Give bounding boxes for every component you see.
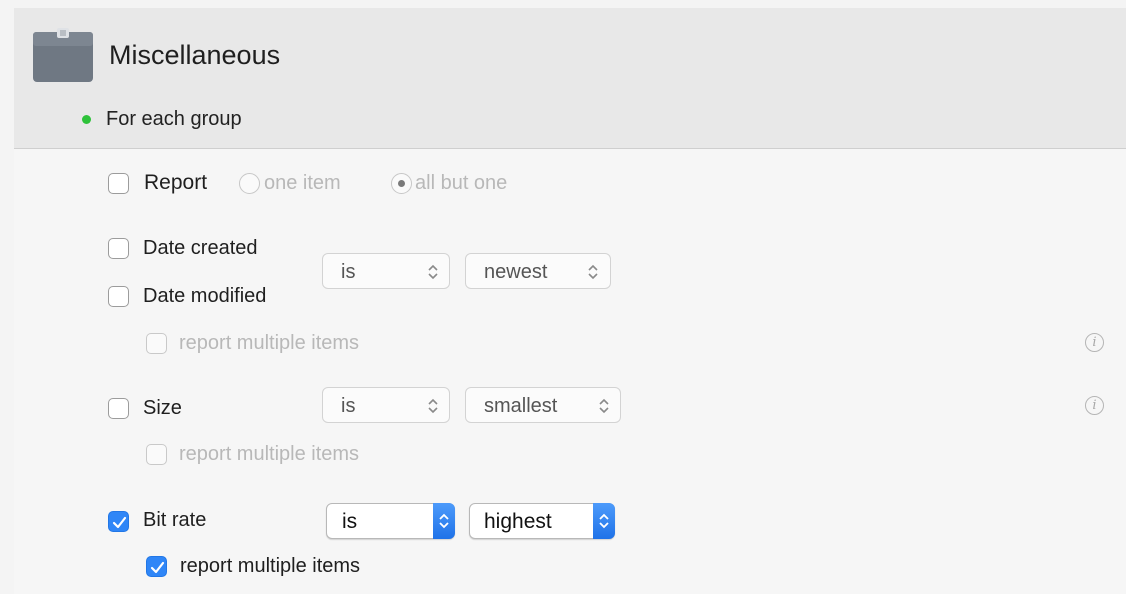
radio-all-but-one-label: all but one	[415, 172, 508, 194]
date-value-select[interactable]: newest	[465, 253, 611, 289]
chevron-updown-icon	[599, 513, 609, 529]
size-value-value: smallest	[484, 395, 558, 417]
radio-all-but-one[interactable]	[391, 173, 412, 194]
bitrate-value-select[interactable]: highest	[469, 503, 615, 539]
date-created-checkbox[interactable]	[108, 238, 129, 259]
chevron-updown-icon	[599, 398, 609, 414]
bitrate-label: Bit rate	[143, 509, 207, 531]
status-dot-icon	[82, 115, 91, 124]
chevron-updown-icon	[588, 264, 598, 280]
bitrate-multiple-label: report multiple items	[180, 555, 361, 577]
size-multiple-checkbox[interactable]	[146, 444, 167, 465]
folder-icon	[33, 24, 93, 82]
checkmark-icon	[150, 561, 165, 574]
bitrate-value-value: highest	[484, 510, 552, 533]
bitrate-multiple-checkbox[interactable]	[146, 556, 167, 577]
chevron-updown-icon	[439, 513, 449, 529]
checkmark-icon	[112, 516, 127, 529]
info-icon[interactable]: i	[1085, 396, 1104, 415]
date-operator-value: is	[341, 261, 356, 283]
chevron-updown-icon	[428, 398, 438, 414]
report-checkbox[interactable]	[108, 173, 129, 194]
section-title: Miscellaneous	[109, 40, 281, 70]
bitrate-checkbox[interactable]	[108, 511, 129, 532]
size-operator-select[interactable]: is	[322, 387, 450, 423]
report-label: Report	[144, 171, 208, 194]
date-operator-select[interactable]: is	[322, 253, 450, 289]
bitrate-operator-value: is	[342, 510, 358, 533]
date-multiple-checkbox[interactable]	[146, 333, 167, 354]
select-stepper	[593, 503, 615, 539]
size-multiple-label: report multiple items	[179, 443, 360, 465]
size-value-select[interactable]: smallest	[465, 387, 621, 423]
size-label: Size	[143, 397, 182, 419]
date-multiple-label: report multiple items	[179, 332, 360, 354]
radio-one-item-label: one item	[264, 172, 341, 194]
date-created-label: Date created	[143, 237, 258, 259]
date-value-value: newest	[484, 261, 548, 283]
radio-one-item[interactable]	[239, 173, 260, 194]
date-modified-checkbox[interactable]	[108, 286, 129, 307]
size-operator-value: is	[341, 395, 356, 417]
info-icon[interactable]: i	[1085, 333, 1104, 352]
size-checkbox[interactable]	[108, 398, 129, 419]
date-modified-label: Date modified	[143, 285, 267, 307]
radio-selected-dot-icon	[398, 180, 405, 187]
group-label: For each group	[106, 108, 242, 130]
select-stepper	[433, 503, 455, 539]
bitrate-operator-select[interactable]: is	[326, 503, 455, 539]
chevron-updown-icon	[428, 264, 438, 280]
